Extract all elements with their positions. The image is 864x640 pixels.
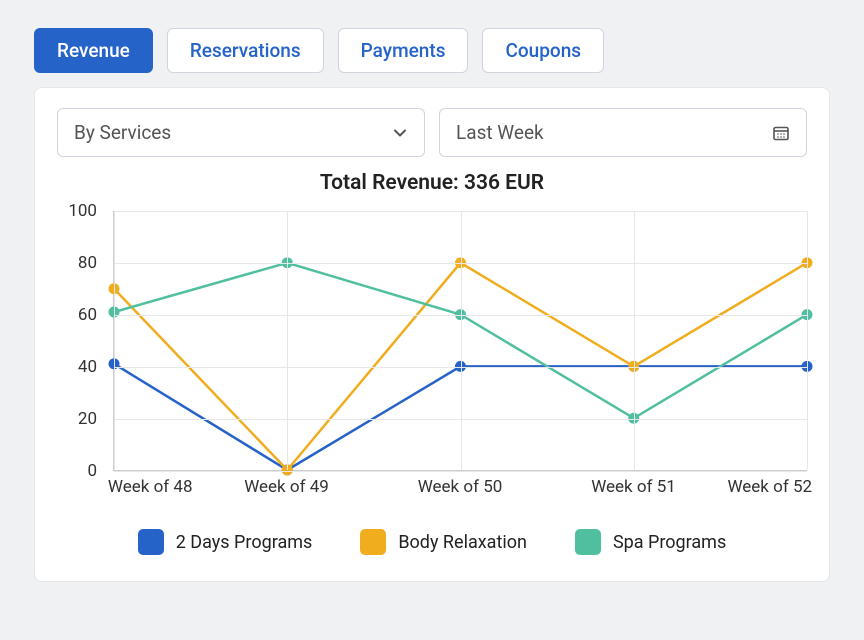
tab-payments[interactable]: Payments [338,28,469,73]
chart-title: Total Revenue: 336 EUR [57,171,807,195]
legend-item[interactable]: Spa Programs [575,529,726,555]
line-chart: 020406080100 Week of 48Week of 49Week of… [57,211,807,503]
date-range-value: Last Week [456,121,544,144]
calendar-icon [772,124,790,142]
legend-swatch [360,529,386,555]
y-tick-label: 60 [57,305,97,325]
group-by-value: By Services [74,121,171,144]
chart-card: By Services Last Week Total Re [34,87,830,582]
legend-swatch [575,529,601,555]
x-tick-label: Week of 52 [727,477,812,497]
tab-coupons[interactable]: Coupons [482,28,604,73]
legend-item[interactable]: 2 Days Programs [138,529,313,555]
legend: 2 Days Programs Body Relaxation Spa Progra… [57,529,807,555]
legend-swatch [138,529,164,555]
y-tick-label: 100 [57,201,97,221]
y-tick-label: 40 [57,357,97,377]
tab-revenue[interactable]: Revenue [34,28,153,73]
chevron-down-icon [392,125,408,141]
x-tick-label: Week of 48 [108,477,193,497]
legend-label: 2 Days Programs [176,532,313,553]
filter-row: By Services Last Week [57,108,807,157]
legend-item[interactable]: Body Relaxation [360,529,527,555]
x-tick-label: Week of 49 [244,477,329,497]
plot-area [113,211,807,471]
x-tick-label: Week of 51 [591,477,676,497]
y-tick-label: 80 [57,253,97,273]
tabs-bar: Revenue Reservations Payments Coupons [34,28,830,73]
group-by-select[interactable]: By Services [57,108,425,157]
legend-label: Body Relaxation [398,532,527,553]
y-tick-label: 20 [57,409,97,429]
date-range-select[interactable]: Last Week [439,108,807,157]
tab-reservations[interactable]: Reservations [167,28,324,73]
y-tick-label: 0 [57,461,97,481]
legend-label: Spa Programs [613,532,726,553]
x-tick-label: Week of 50 [418,477,503,497]
